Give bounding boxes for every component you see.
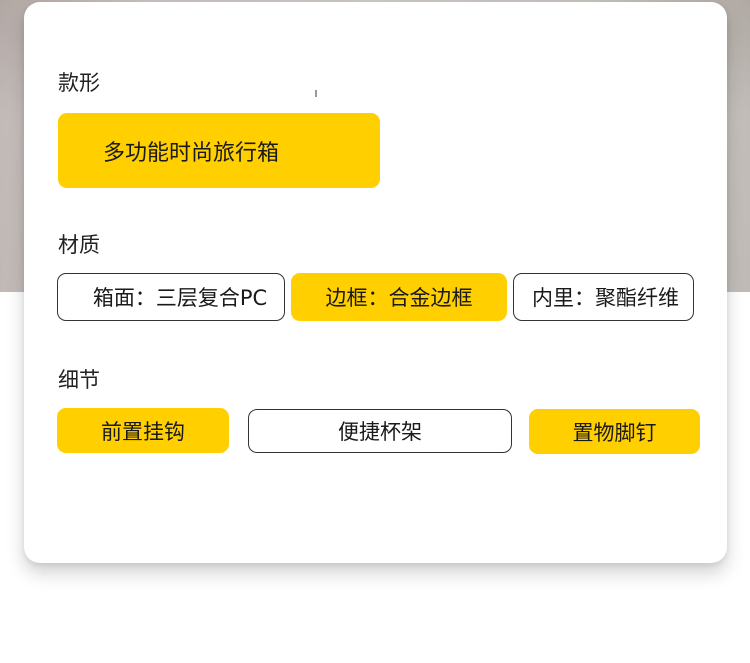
option-detail-cup-holder[interactable]: 便捷杯架: [248, 409, 512, 453]
text-cursor-mark: [315, 90, 317, 97]
option-material-shell[interactable]: 箱面：三层复合PC: [57, 273, 285, 321]
option-style-travel-case[interactable]: 多功能时尚旅行箱: [58, 113, 380, 188]
option-detail-front-hook[interactable]: 前置挂钩: [57, 408, 229, 453]
section-title-style: 款形: [58, 71, 100, 95]
section-title-material: 材质: [58, 233, 100, 257]
option-material-lining[interactable]: 内里：聚酯纤维: [513, 273, 694, 321]
option-material-frame[interactable]: 边框：合金边框: [291, 273, 507, 321]
section-title-details: 细节: [58, 368, 100, 392]
option-detail-storage-studs[interactable]: 置物脚钉: [529, 409, 700, 454]
